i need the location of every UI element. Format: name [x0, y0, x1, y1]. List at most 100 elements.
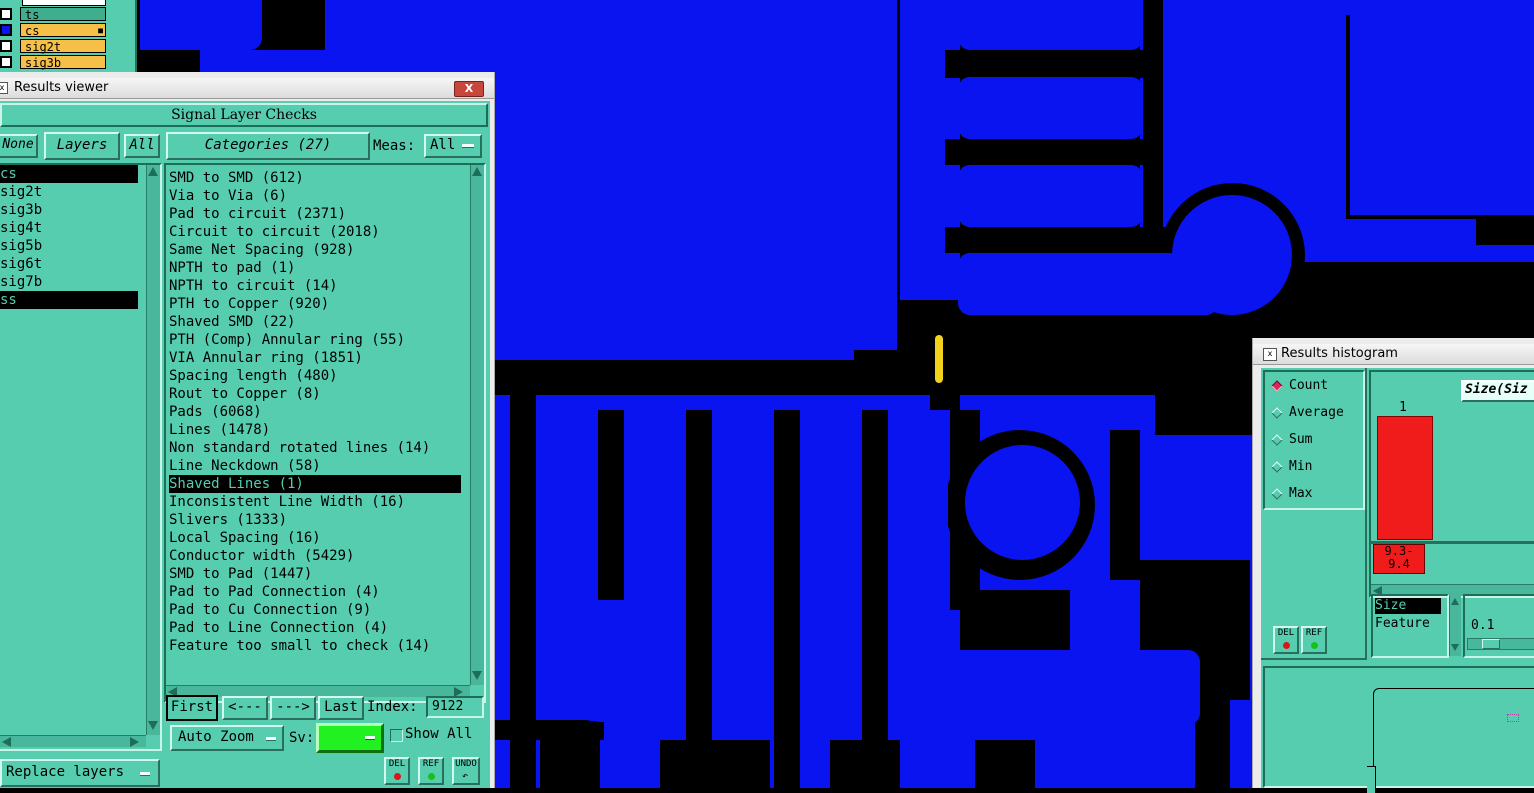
layer-item-sig5b[interactable]: sig5b	[0, 237, 138, 255]
layer-item-sig2t[interactable]: sig2t	[0, 183, 138, 201]
category-item[interactable]: Conductor width (5429)	[169, 547, 461, 565]
category-label: NPTH to circuit (14)	[169, 278, 338, 294]
red-dot-icon	[394, 773, 401, 780]
category-item[interactable]: VIA Annular ring (1851)	[169, 349, 461, 367]
category-item[interactable]: NPTH to circuit (14)	[169, 277, 461, 295]
histogram-titlebar[interactable]: x Results histogram	[1253, 344, 1534, 365]
undo-icon: ↶	[462, 771, 469, 782]
attribute-item-size[interactable]: Size	[1375, 598, 1441, 614]
layer-item-sig6t[interactable]: sig6t	[0, 255, 138, 273]
layer-checkbox[interactable]	[0, 56, 12, 68]
category-item[interactable]: Inconsistent Line Width (16)	[169, 493, 461, 511]
del-button[interactable]: DEL	[384, 757, 410, 785]
layers-button[interactable]: Layers	[44, 132, 120, 160]
category-label: Via to Via (6)	[169, 188, 288, 204]
category-item[interactable]: Circuit to circuit (2018)	[169, 223, 461, 241]
scroll-down-icon[interactable]	[1451, 644, 1459, 651]
categories-list[interactable]: SMD to SMD (612) Via to Via (6) Pad to cir…	[164, 163, 486, 703]
layer-row-sig2t[interactable]: sig2t	[20, 39, 106, 54]
attribute-list[interactable]: Size Feature	[1371, 594, 1449, 658]
category-item[interactable]: Pad to Line Connection (4)	[169, 619, 461, 637]
scroll-right-icon[interactable]	[130, 737, 139, 747]
layers-hscrollbar[interactable]	[0, 735, 146, 747]
category-item[interactable]: Pad to Pad Connection (4)	[169, 583, 461, 601]
size-attribute-button[interactable]: Size(Siz	[1461, 380, 1534, 402]
first-button[interactable]: First	[166, 695, 218, 721]
meas-dropdown[interactable]: All	[424, 134, 482, 158]
category-item[interactable]: Shaved Lines (1)	[169, 475, 461, 493]
scroll-down-icon[interactable]	[148, 721, 158, 730]
category-item[interactable]: Same Net Spacing (928)	[169, 241, 461, 259]
category-item[interactable]: SMD to Pad (1447)	[169, 565, 461, 583]
category-label: Rout to Copper (8)	[169, 386, 321, 402]
auto-zoom-dropdown[interactable]: Auto Zoom	[170, 725, 284, 751]
layer-name: cs	[25, 24, 40, 38]
replace-layers-dropdown[interactable]: Replace layers	[0, 759, 160, 787]
categories-button[interactable]: Categories (27)	[166, 132, 370, 160]
category-item[interactable]: Lines (1478)	[169, 421, 461, 439]
show-all-checkbox[interactable]	[390, 729, 403, 742]
highlighted-feature[interactable]	[935, 335, 943, 383]
category-item[interactable]: Pad to Cu Connection (9)	[169, 601, 461, 619]
panel-header: Signal Layer Checks	[0, 103, 488, 127]
layer-name: sig2t	[25, 40, 62, 54]
layers-scrollbar[interactable]	[146, 165, 160, 735]
layer-item-sig3b[interactable]: sig3b	[0, 201, 138, 219]
prev-button[interactable]: <---	[222, 696, 268, 720]
category-label: Feature too small to check (14)	[169, 638, 431, 654]
layer-item-sig4t[interactable]: sig4t	[0, 219, 138, 237]
scroll-left-icon[interactable]	[2, 737, 11, 747]
layer-checkbox[interactable]	[0, 40, 12, 52]
scroll-up-icon[interactable]	[148, 167, 158, 176]
layer-item-ss[interactable]: ss	[0, 291, 138, 309]
scroll-down-icon[interactable]	[472, 671, 482, 680]
prev-label: <---	[228, 699, 262, 715]
none-button[interactable]: None	[0, 134, 38, 158]
category-item[interactable]: Shaved SMD (22)	[169, 313, 461, 331]
category-item[interactable]: Via to Via (6)	[169, 187, 461, 205]
close-button[interactable]: X	[454, 81, 484, 97]
category-item[interactable]: NPTH to pad (1)	[169, 259, 461, 277]
index-input[interactable]: 9122	[426, 696, 484, 718]
next-button[interactable]: --->	[270, 696, 316, 720]
ref-button[interactable]: REF	[418, 757, 444, 785]
category-item[interactable]: PTH (Comp) Annular ring (55)	[169, 331, 461, 349]
bar-range-label[interactable]: 9.3- 9.4	[1373, 544, 1425, 574]
category-item[interactable]: Non standard rotated lines (14)	[169, 439, 461, 457]
layer-item-cs[interactable]: cs	[0, 165, 138, 183]
results-viewer-titlebar[interactable]: x Results viewer	[0, 78, 494, 99]
categories-scrollbar[interactable]	[470, 165, 484, 685]
attribute-item-feature[interactable]: Feature	[1375, 616, 1441, 632]
sv-color-dropdown[interactable]	[316, 723, 384, 753]
last-button[interactable]: Last	[318, 696, 364, 720]
scroll-up-icon[interactable]	[1451, 598, 1459, 605]
step-slider[interactable]	[1467, 638, 1534, 650]
layer-checkbox[interactable]	[0, 8, 12, 20]
trace	[890, 650, 1200, 725]
undo-button[interactable]: UNDO ↶	[452, 757, 480, 785]
category-item[interactable]: Pads (6068)	[169, 403, 461, 421]
category-item[interactable]: PTH to Copper (920)	[169, 295, 461, 313]
category-item[interactable]: Local Spacing (16)	[169, 529, 461, 547]
category-item[interactable]: Pad to circuit (2371)	[169, 205, 461, 223]
attribute-label: Feature	[1375, 616, 1430, 631]
attribute-scrollbar[interactable]	[1449, 596, 1461, 656]
category-item[interactable]: Line Neckdown (58)	[169, 457, 461, 475]
category-item[interactable]: Rout to Copper (8)	[169, 385, 461, 403]
bar-range-text: 9.3- 9.4	[1384, 544, 1414, 571]
slider-thumb[interactable]	[1482, 639, 1500, 649]
histogram-bar[interactable]	[1377, 416, 1433, 540]
results-viewer-body: Signal Layer Checks None Layers All cs s…	[0, 101, 490, 788]
layer-item-sig7b[interactable]: sig7b	[0, 273, 138, 291]
category-item[interactable]: SMD to SMD (612)	[169, 169, 461, 187]
category-item[interactable]: Slivers (1333)	[169, 511, 461, 529]
layer-row-cs[interactable]: cs ■	[20, 23, 106, 38]
layer-checkbox[interactable]	[0, 24, 12, 36]
all-layers-button[interactable]: All	[124, 134, 160, 158]
layer-row-sig3b[interactable]: sig3b	[20, 55, 106, 70]
layers-list[interactable]: cs sig2t sig3b sig4t sig5b sig6t sig7b s…	[0, 163, 162, 751]
category-item[interactable]: Spacing length (480)	[169, 367, 461, 385]
scroll-up-icon[interactable]	[472, 167, 482, 176]
layer-row-ts[interactable]: ts	[20, 7, 106, 22]
category-item[interactable]: Feature too small to check (14)	[169, 637, 461, 655]
